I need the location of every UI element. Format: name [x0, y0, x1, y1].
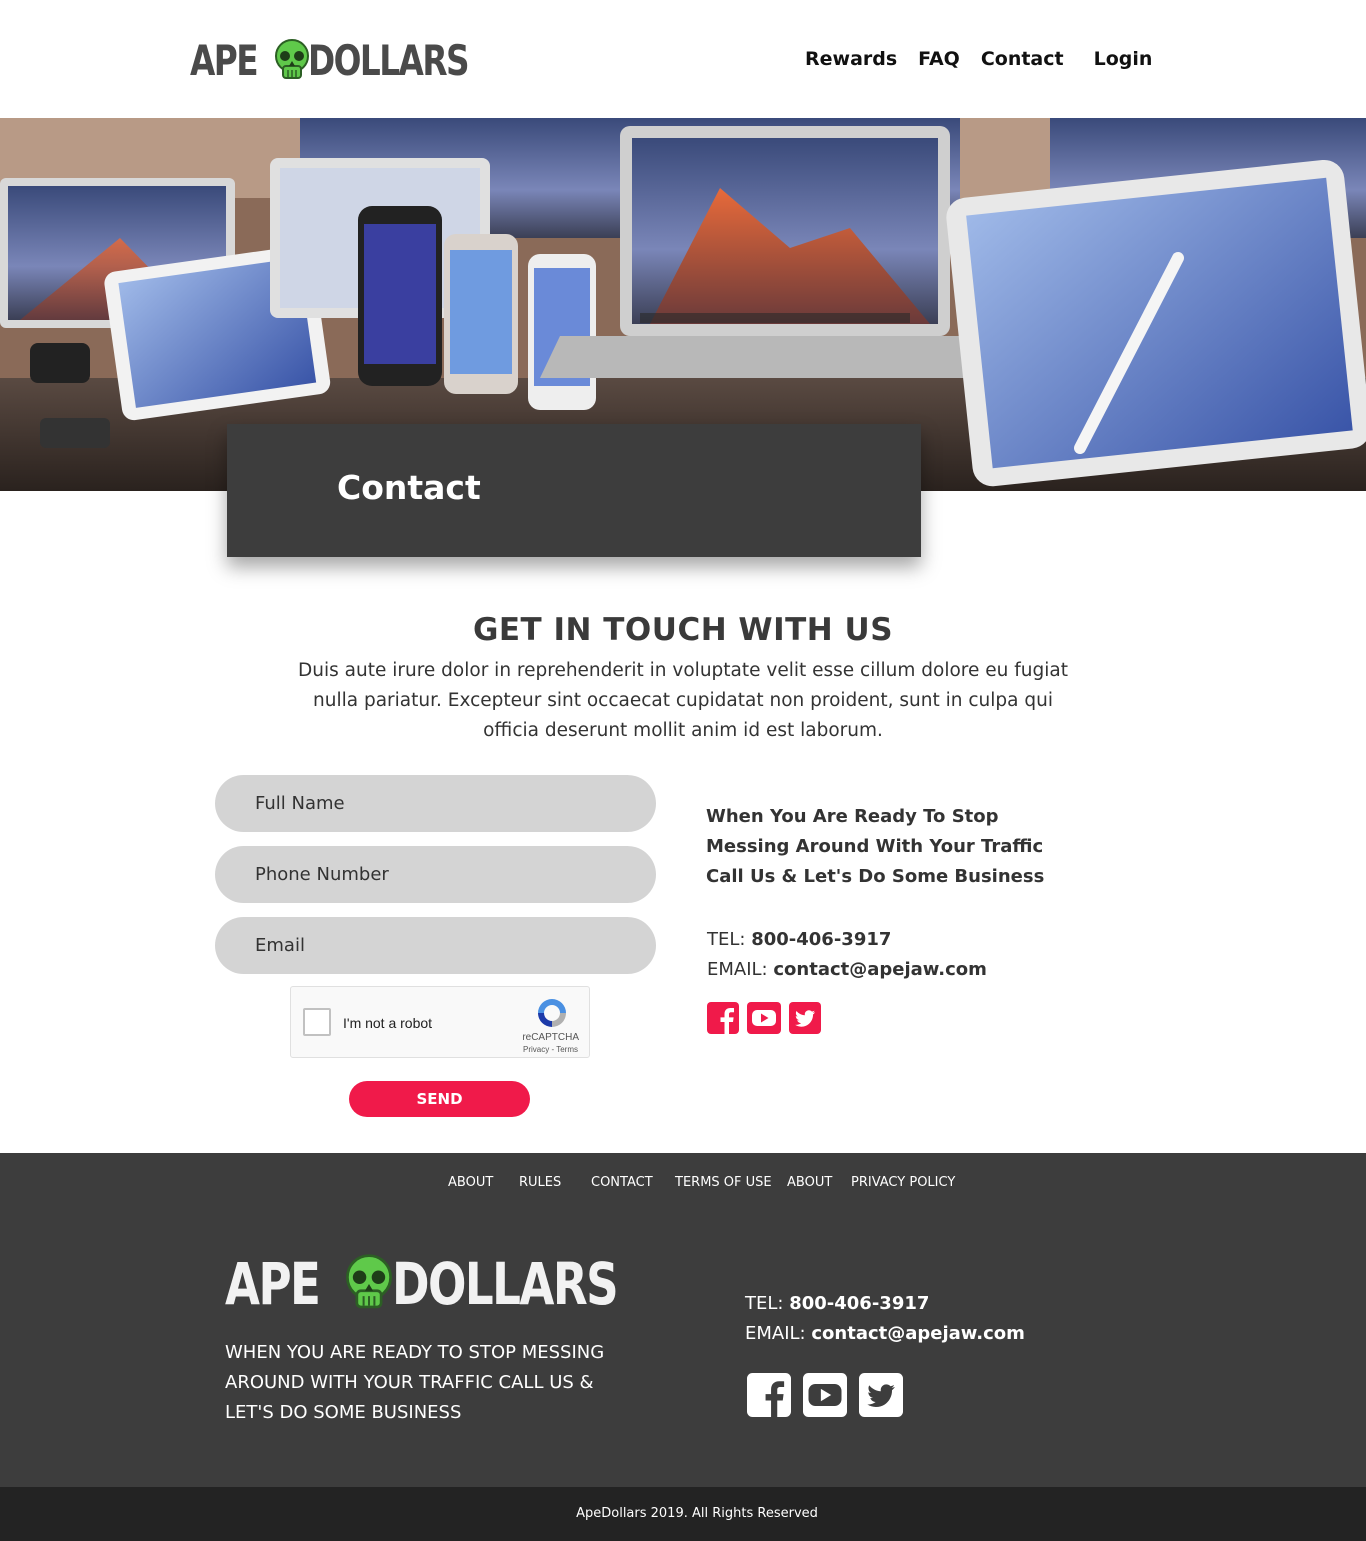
youtube-icon[interactable]	[803, 1373, 847, 1417]
page-title-box: Contact	[227, 424, 921, 557]
main-nav: Rewards FAQ Contact Login	[805, 48, 1152, 70]
contact-tagline: When You Are Ready To Stop Messing Aroun…	[706, 806, 1045, 887]
footer-link-privacy[interactable]: PRIVACY POLICY	[851, 1175, 955, 1190]
footer-tel-label: TEL:	[745, 1293, 784, 1314]
send-button[interactable]: SEND	[349, 1081, 530, 1117]
skull-icon	[274, 39, 309, 79]
twitter-icon[interactable]	[789, 1002, 821, 1034]
intro-paragraph: Duis aute irure dolor in reprehenderit i…	[298, 660, 1068, 741]
tel-label: TEL:	[707, 929, 746, 950]
nav-contact[interactable]: Contact	[981, 48, 1064, 70]
email-value[interactable]: contact@apejaw.com	[773, 959, 987, 980]
full-name-input[interactable]	[215, 775, 656, 832]
logo-text-right: DOLLARS	[307, 36, 470, 85]
contact-tel: TEL: 800-406-3917	[707, 929, 891, 950]
footer-link-about[interactable]: ABOUT	[448, 1175, 493, 1190]
tel-value[interactable]: 800-406-3917	[751, 929, 891, 950]
recaptcha-widget: I'm not a robot reCAPTCHA Privacy - Term…	[290, 986, 590, 1058]
footer-link-contact[interactable]: CONTACT	[591, 1175, 653, 1190]
logo-text-left: APE	[190, 36, 259, 85]
recaptcha-checkbox[interactable]	[303, 1008, 331, 1036]
email-input[interactable]	[215, 917, 656, 974]
footer-tel-value[interactable]: 800-406-3917	[789, 1293, 929, 1314]
site-header: APE DOLLARS Rewards FAQ Contact Login	[0, 0, 1366, 118]
footer-email-value[interactable]: contact@apejaw.com	[811, 1323, 1025, 1344]
facebook-icon[interactable]	[707, 1002, 739, 1034]
recaptcha-links[interactable]: Privacy - Terms	[523, 1045, 578, 1054]
email-label: EMAIL:	[707, 959, 768, 980]
phone-number-input[interactable]	[215, 846, 656, 903]
nav-rewards[interactable]: Rewards	[805, 48, 897, 70]
facebook-icon[interactable]	[747, 1373, 791, 1417]
footer-link-about-2[interactable]: ABOUT	[787, 1175, 832, 1190]
footer-logo[interactable]: APE DOLLARS	[225, 1251, 681, 1317]
footer-link-rules[interactable]: RULES	[519, 1175, 561, 1190]
copyright-bar: ApeDollars 2019. All Rights Reserved	[0, 1487, 1366, 1541]
footer-social-links	[747, 1373, 915, 1417]
social-links	[707, 1002, 829, 1034]
site-footer: ABOUT RULES CONTACT TERMS OF USE ABOUT P…	[0, 1153, 1366, 1487]
section-heading: GET IN TOUCH WITH US	[472, 612, 894, 648]
page-title: Contact	[337, 468, 481, 507]
footer-link-terms[interactable]: TERMS OF USE	[675, 1175, 772, 1190]
recaptcha-icon	[538, 999, 566, 1027]
footer-tel: TEL: 800-406-3917	[745, 1293, 929, 1314]
twitter-icon[interactable]	[859, 1373, 903, 1417]
nav-faq[interactable]: FAQ	[918, 48, 960, 70]
footer-logo-text-left: APE	[225, 1250, 321, 1318]
contact-email: EMAIL: contact@apejaw.com	[707, 959, 987, 980]
footer-tagline: WHEN YOU ARE READY TO STOP MESSING AROUN…	[225, 1342, 605, 1423]
site-logo[interactable]: APE DOLLARS	[190, 36, 513, 86]
footer-email: EMAIL: contact@apejaw.com	[745, 1323, 1025, 1344]
youtube-icon[interactable]	[747, 1002, 781, 1034]
skull-icon	[346, 1254, 392, 1309]
footer-email-label: EMAIL:	[745, 1323, 806, 1344]
nav-login[interactable]: Login	[1094, 48, 1153, 70]
footer-logo-text-right: DOLLARS	[392, 1250, 619, 1318]
recaptcha-brand: reCAPTCHA	[522, 1032, 579, 1043]
recaptcha-label: I'm not a robot	[343, 1015, 433, 1031]
